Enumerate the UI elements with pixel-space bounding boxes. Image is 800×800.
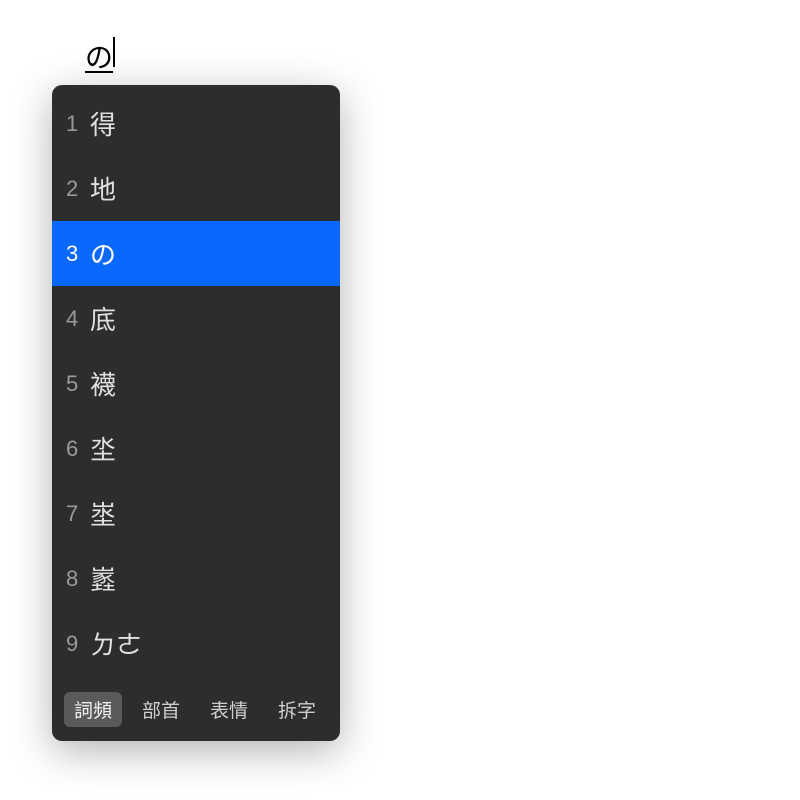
candidate-item[interactable]: 4底 (52, 286, 340, 351)
candidate-text: の (90, 235, 116, 272)
text-cursor (113, 37, 115, 67)
candidate-item[interactable]: 2地 (52, 156, 340, 221)
candidate-index: 2 (66, 176, 86, 202)
candidate-text: ㄉㄜ (90, 625, 142, 662)
composition-text: の (85, 36, 113, 76)
candidate-text: 嶳 (90, 560, 116, 597)
candidate-text: 地 (90, 170, 116, 207)
candidate-text: 坔 (90, 430, 116, 467)
composition-input-area[interactable]: の (85, 36, 115, 76)
candidate-item[interactable]: 8嶳 (52, 546, 340, 611)
ime-tab[interactable]: 拆字 (268, 692, 326, 727)
candidate-item[interactable]: 9ㄉㄜ (52, 611, 340, 676)
ime-tab[interactable]: 表情 (200, 692, 258, 727)
ime-candidate-panel: 1得2地3の4底5襪6坔7埊8嶳9ㄉㄜ 詞頻部首表情拆字 (52, 85, 340, 741)
candidate-item[interactable]: 5襪 (52, 351, 340, 416)
candidate-index: 7 (66, 501, 86, 527)
ime-tab[interactable]: 詞頻 (64, 692, 122, 727)
candidate-index: 4 (66, 306, 86, 332)
candidate-text: 得 (90, 105, 116, 142)
candidate-list: 1得2地3の4底5襪6坔7埊8嶳9ㄉㄜ (52, 85, 340, 682)
ime-tab-bar: 詞頻部首表情拆字 (52, 682, 340, 741)
candidate-index: 1 (66, 111, 86, 137)
candidate-index: 5 (66, 371, 86, 397)
candidate-index: 8 (66, 566, 86, 592)
candidate-text: 襪 (90, 365, 116, 402)
candidate-index: 9 (66, 631, 86, 657)
candidate-text: 埊 (90, 495, 116, 532)
candidate-item[interactable]: 3の (52, 221, 340, 286)
candidate-text: 底 (90, 300, 116, 337)
candidate-item[interactable]: 6坔 (52, 416, 340, 481)
candidate-item[interactable]: 7埊 (52, 481, 340, 546)
candidate-index: 3 (66, 241, 86, 267)
candidate-index: 6 (66, 436, 86, 462)
ime-tab[interactable]: 部首 (132, 692, 190, 727)
candidate-item[interactable]: 1得 (52, 91, 340, 156)
